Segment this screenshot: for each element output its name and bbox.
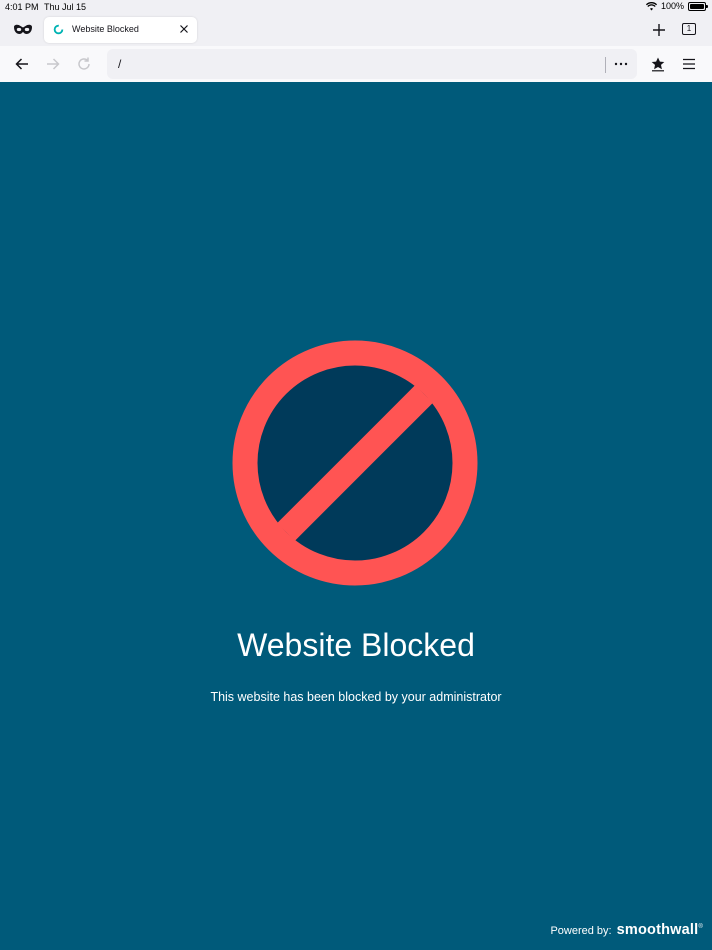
page-title: Website Blocked (237, 627, 475, 663)
new-tab-plus-icon[interactable] (651, 22, 667, 38)
block-message: This website has been blocked by your ad… (210, 690, 502, 704)
url-text[interactable]: / (118, 57, 121, 71)
navigation-toolbar: / (0, 46, 712, 82)
status-bar: 4:01 PM Thu Jul 15 100% (0, 0, 712, 14)
battery-percent: 100% (660, 1, 684, 11)
tab-title: Website Blocked (72, 24, 139, 34)
blocked-prohibition-icon (232, 340, 478, 586)
back-arrow-icon[interactable] (14, 56, 30, 72)
powered-by-footer: Powered by: smoothwall® (550, 922, 703, 938)
status-date: Thu Jul 15 (44, 2, 87, 12)
battery-icon (688, 1, 708, 11)
blocked-page: Website Blocked This website has been bl… (0, 82, 712, 950)
wifi-icon (645, 1, 657, 10)
forward-arrow-icon[interactable] (45, 56, 61, 72)
registered-mark-icon: ® (698, 924, 703, 931)
status-right: 100% (645, 1, 708, 11)
tab-strip: Website Blocked 1 (0, 14, 712, 46)
close-tab-icon[interactable] (179, 24, 189, 34)
powered-by-label: Powered by: (550, 925, 612, 937)
bookmark-star-icon[interactable] (650, 56, 666, 72)
tab-count-button[interactable]: 1 (682, 23, 696, 35)
loading-spinner-icon (53, 24, 64, 35)
private-browsing-icon[interactable] (13, 23, 33, 37)
more-options-icon[interactable] (613, 56, 629, 72)
url-bar-divider (605, 57, 606, 73)
status-time: 4:01 PM (5, 2, 39, 12)
url-bar[interactable]: / (107, 49, 637, 79)
hamburger-menu-icon[interactable] (681, 56, 697, 72)
tab-website-blocked[interactable]: Website Blocked (44, 17, 197, 43)
smoothwall-logo: smoothwall® (616, 922, 703, 938)
reload-icon[interactable] (76, 56, 92, 72)
